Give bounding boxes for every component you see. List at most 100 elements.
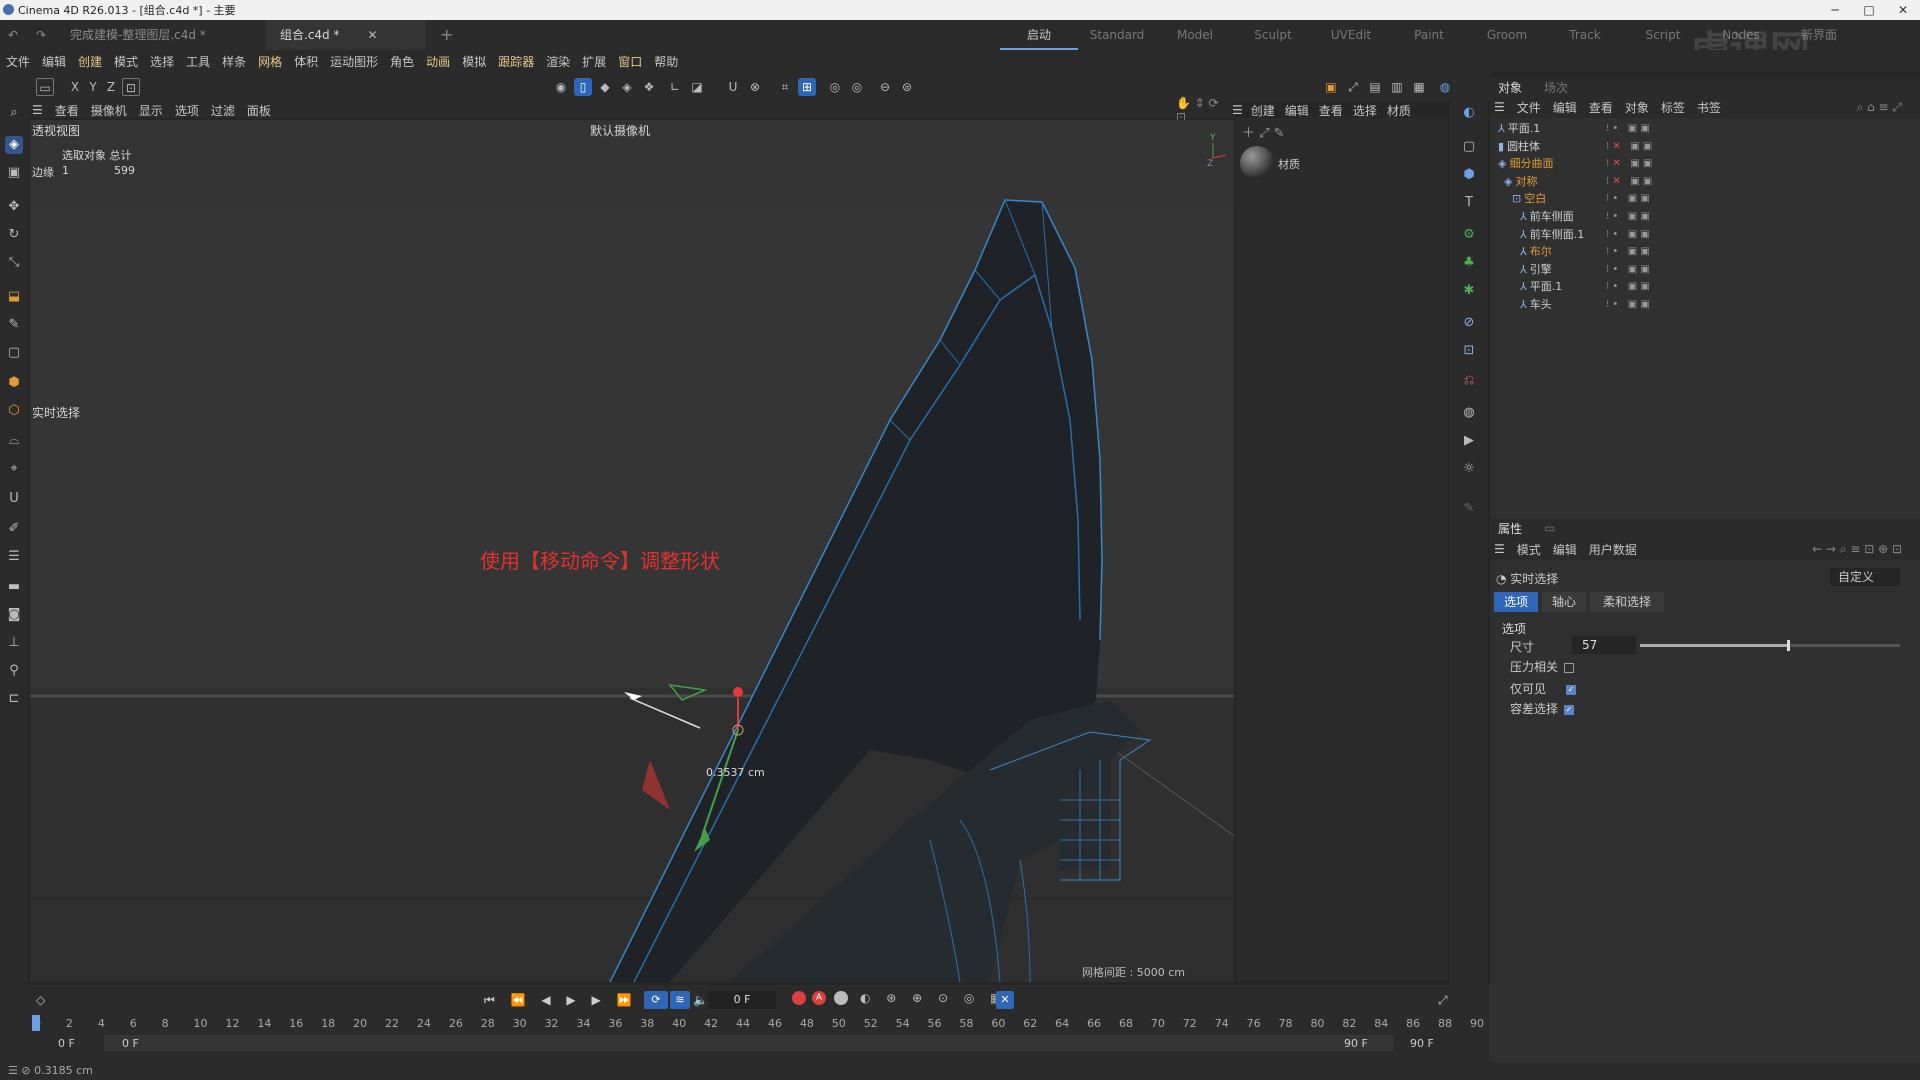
object-row[interactable]: ⅄ 布尔 ⁝ • ▣ ▣	[1520, 243, 1650, 260]
menu-item-3[interactable]: 模式	[114, 53, 138, 70]
attribute-menu-icon[interactable]: ☰	[1494, 542, 1505, 556]
range-bar[interactable]	[104, 1035, 1394, 1051]
attribute-menu-edit[interactable]: 编辑	[1553, 541, 1577, 558]
volume-icon[interactable]: ⊡	[1460, 342, 1478, 360]
size-slider-knob[interactable]	[1787, 640, 1791, 651]
material-name[interactable]: 材质	[1278, 156, 1300, 172]
object-menu-object[interactable]: 对象	[1625, 99, 1649, 116]
field-icon[interactable]: ⊘	[1460, 314, 1478, 332]
object-visibility-flags[interactable]: ⁝ • ▣ ▣	[1606, 261, 1650, 278]
live-selection-hud[interactable]: 实时选择	[32, 404, 80, 421]
render-region-icon[interactable]: ▣	[1322, 78, 1340, 96]
object-visibility-flags[interactable]: ⁝ • ▣ ▣	[1606, 190, 1650, 207]
maximize-button[interactable]: □	[1852, 0, 1886, 20]
object-menu-bookmarks[interactable]: 书签	[1697, 99, 1721, 116]
grid-snap-icon[interactable]: ⊞	[798, 78, 816, 96]
uv-mode-icon[interactable]: ◈	[618, 78, 636, 96]
autokey-icon[interactable]: A	[812, 991, 826, 1005]
playhead[interactable]	[32, 1015, 40, 1031]
viewport-menu-icon[interactable]: ☰	[32, 103, 43, 117]
attribute-menu-mode[interactable]: 模式	[1517, 541, 1541, 558]
menu-item-5[interactable]: 工具	[186, 53, 210, 70]
viewport-menu-options[interactable]: 选项	[175, 102, 199, 119]
object-visibility-flags[interactable]: ⁝ • ▣ ▣	[1606, 278, 1650, 295]
menu-item-16[interactable]: 窗口	[618, 53, 642, 70]
status-menu-icon[interactable]: ☰ ⊘	[8, 1064, 34, 1077]
record-icon[interactable]	[792, 991, 806, 1005]
viewport-menu-cameras[interactable]: 摄像机	[91, 102, 127, 119]
menu-item-9[interactable]: 运动图形	[330, 53, 378, 70]
preview-end[interactable]: 90 F	[1344, 1037, 1368, 1050]
y-axis-lock-icon[interactable]: Y	[84, 78, 102, 96]
visible-only-checkbox[interactable]: ✓	[1566, 684, 1577, 695]
render-view-icon[interactable]: ⤢	[1344, 78, 1362, 96]
generator-icon[interactable]: ⚙	[1460, 226, 1478, 244]
cube-primitive-icon[interactable]: ⬢	[1460, 166, 1478, 184]
object-visibility-flags[interactable]: ⁝ • ▣ ▣	[1606, 243, 1650, 260]
camera-target-icon[interactable]: ◙	[5, 606, 23, 624]
viewport-camera-label[interactable]: 默认摄像机	[590, 122, 650, 139]
polygons-mode-icon[interactable]: ◆	[596, 78, 614, 96]
menu-item-17[interactable]: 帮助	[654, 53, 678, 70]
loop-icon[interactable]: ⟳	[644, 991, 668, 1009]
current-frame-field[interactable]: 0 F	[708, 991, 776, 1009]
redshift-icon[interactable]: ◍	[1436, 78, 1454, 96]
magnet-icon[interactable]: Ս	[724, 78, 742, 96]
object-row[interactable]: ⅄ 引擎 ⁝ • ▣ ▣	[1520, 261, 1650, 278]
pivot-tool-icon[interactable]: ⚲	[5, 662, 23, 680]
layout-tab-0[interactable]: 启动	[1000, 20, 1078, 50]
menu-item-4[interactable]: 选择	[150, 53, 174, 70]
brush-tool-icon[interactable]: ✐	[5, 520, 23, 538]
sound-icon[interactable]: 🔈	[693, 993, 708, 1007]
perspective-viewport[interactable]: Y Z 透视视图 默认摄像机 选取对象 总计 边缘 1 599 实时选择 0.3…	[30, 120, 1234, 982]
menu-item-1[interactable]: 编辑	[42, 53, 66, 70]
loop-select-icon[interactable]: ⬓	[5, 288, 23, 306]
object-row[interactable]: ◈ 细分曲面 ⁝ ✕ ▣ ▣	[1498, 155, 1652, 172]
scene-start[interactable]: 0 F	[58, 1037, 75, 1050]
floor-icon[interactable]: ▬	[5, 578, 23, 596]
object-name[interactable]: 细分曲面	[1509, 157, 1553, 170]
search-icon[interactable]: ⌕	[5, 104, 23, 122]
object-row[interactable]: ⅄ 平面.1 ⁝ • ▣ ▣	[1498, 120, 1650, 137]
subtab-axis[interactable]: 轴心	[1542, 592, 1586, 612]
enable-axis-icon[interactable]: ◪	[688, 78, 706, 96]
close-window-button[interactable]: ✕	[1886, 0, 1920, 20]
object-menu-view[interactable]: 查看	[1589, 99, 1613, 116]
menu-item-15[interactable]: 扩展	[582, 53, 606, 70]
objects-tab-icon[interactable]: ◐	[1460, 104, 1478, 122]
viewport-menu-filter[interactable]: 过滤	[211, 102, 235, 119]
object-name[interactable]: 前车侧面	[1530, 210, 1574, 223]
size-slider[interactable]	[1640, 640, 1900, 651]
cube-object-icon[interactable]: ⬢	[5, 374, 23, 392]
subdivision-icon[interactable]: ⬡	[5, 402, 23, 420]
object-name[interactable]: 圆柱体	[1507, 140, 1540, 153]
size-field[interactable]: 57	[1572, 636, 1636, 654]
doc-tab-1[interactable]: 完成建模-整理图层.c4d *	[56, 20, 266, 50]
tab-takes[interactable]: 场次	[1544, 79, 1568, 96]
material-menu-create[interactable]: 创建	[1251, 102, 1275, 119]
object-row[interactable]: ⊡ 空白 ⁝ • ▣ ▣	[1512, 190, 1650, 207]
object-mode-icon[interactable]: ❖	[640, 78, 658, 96]
render-queue-icon[interactable]: ▤	[1366, 78, 1384, 96]
playback-controls[interactable]: ⏮ ⏪ ◀ ▶ ▶ ⏩ ⏭	[484, 993, 664, 1008]
attribute-menu-userdata[interactable]: 用户数据	[1589, 541, 1637, 558]
keyframe-icon[interactable]: ◇	[36, 993, 45, 1007]
pressure-checkbox[interactable]	[1564, 662, 1575, 673]
viewport-layout-icon[interactable]: ▢	[1460, 138, 1478, 156]
menu-item-11[interactable]: 动画	[426, 53, 450, 70]
menu-item-12[interactable]: 模拟	[462, 53, 486, 70]
keyframe-selection-icon[interactable]	[834, 991, 848, 1005]
object-row[interactable]: ⅄ 前车侧面 ⁝ • ▣ ▣	[1520, 208, 1650, 225]
layout-tab-7[interactable]: Track	[1546, 20, 1624, 50]
attribute-nav-icons[interactable]: ← → ⌕ ≡ ⊡ ⊕ ⊡	[1812, 542, 1902, 557]
magnet-tool-icon[interactable]: Ս	[5, 490, 23, 508]
object-visibility-flags[interactable]: ⁝ ✕ ▣ ▣	[1606, 155, 1652, 172]
extrude-icon[interactable]: ▢	[5, 344, 23, 362]
text-tool-icon[interactable]: T	[1460, 194, 1478, 212]
viewport-menu-display[interactable]: 显示	[139, 102, 163, 119]
object-row[interactable]: ◈ 对称 ⁝ ✕ ▣ ▣	[1504, 173, 1652, 190]
minimize-button[interactable]: ─	[1818, 0, 1852, 20]
cloner-icon[interactable]: ♣	[1460, 254, 1478, 272]
object-name[interactable]: 平面.1	[1508, 122, 1541, 135]
snap-icon[interactable]: ⌗	[776, 78, 794, 96]
